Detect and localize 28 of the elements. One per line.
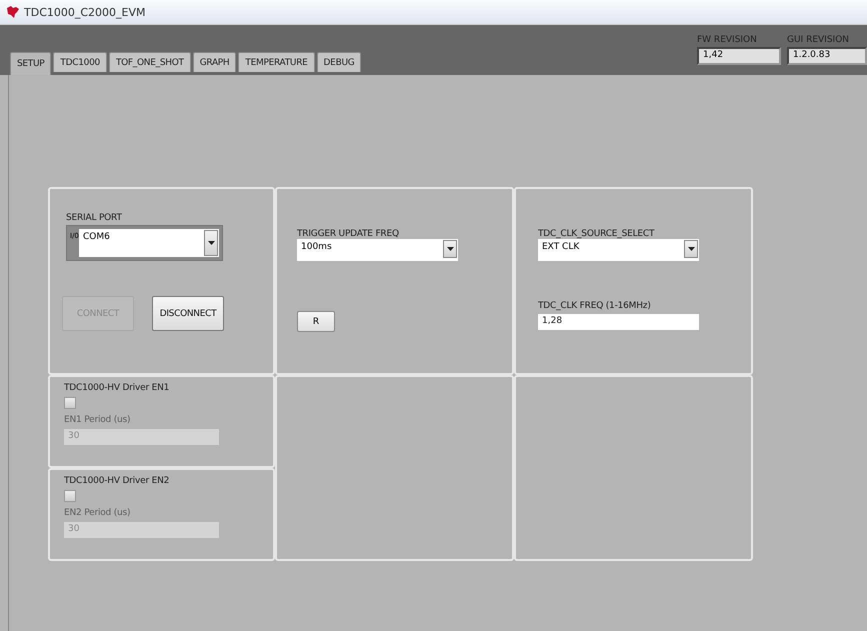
driver-label: TDC1000-HV Driver EN2 (64, 476, 170, 486)
disconnect-button[interactable]: DISCONNECT (152, 296, 224, 331)
revision-field: 1.2.0.83 (787, 47, 867, 65)
caret-icon (688, 247, 694, 251)
caret-icon (208, 241, 214, 245)
caret-icon (446, 247, 454, 251)
window-title: TDC1000_C2000_EVM (24, 6, 146, 18)
trigger-dropdown[interactable]: 100ms (297, 239, 458, 261)
period-label: EN1 Period (us) (64, 415, 130, 425)
clock-freq-field[interactable]: 1,28 (538, 314, 699, 330)
serial-port-label: SERIAL PORT (66, 213, 122, 223)
driver-label: TDC1000-HV Driver EN1 (64, 383, 170, 393)
tab[interactable]: SETUP (10, 52, 52, 75)
tab[interactable]: DEBUG (316, 52, 362, 72)
period-label: EN2 Period (us) (64, 508, 130, 518)
revision-field: 1,42 (697, 47, 781, 65)
clock-freq-label: TDC_CLK FREQ (1-16MHz) (538, 301, 651, 311)
revision-label: FW REVISION (697, 35, 758, 45)
logo-icon (6, 6, 20, 18)
revision-label: GUI REVISION (787, 35, 850, 45)
trigger-label: TRIGGER UPDATE FREQ (297, 229, 399, 239)
tab[interactable]: TEMPERATURE (238, 52, 315, 72)
tab[interactable]: GRAPH (192, 52, 236, 72)
reset-button[interactable]: R (297, 311, 335, 332)
tab[interactable]: TOF_ONE_SHOT (108, 52, 191, 72)
clock-source-label: TDC_CLK_SOURCE_SELECT (538, 229, 654, 239)
tab[interactable]: TDC1000 (53, 52, 107, 72)
clock-source-dropdown[interactable]: EXT CLK (538, 239, 699, 261)
